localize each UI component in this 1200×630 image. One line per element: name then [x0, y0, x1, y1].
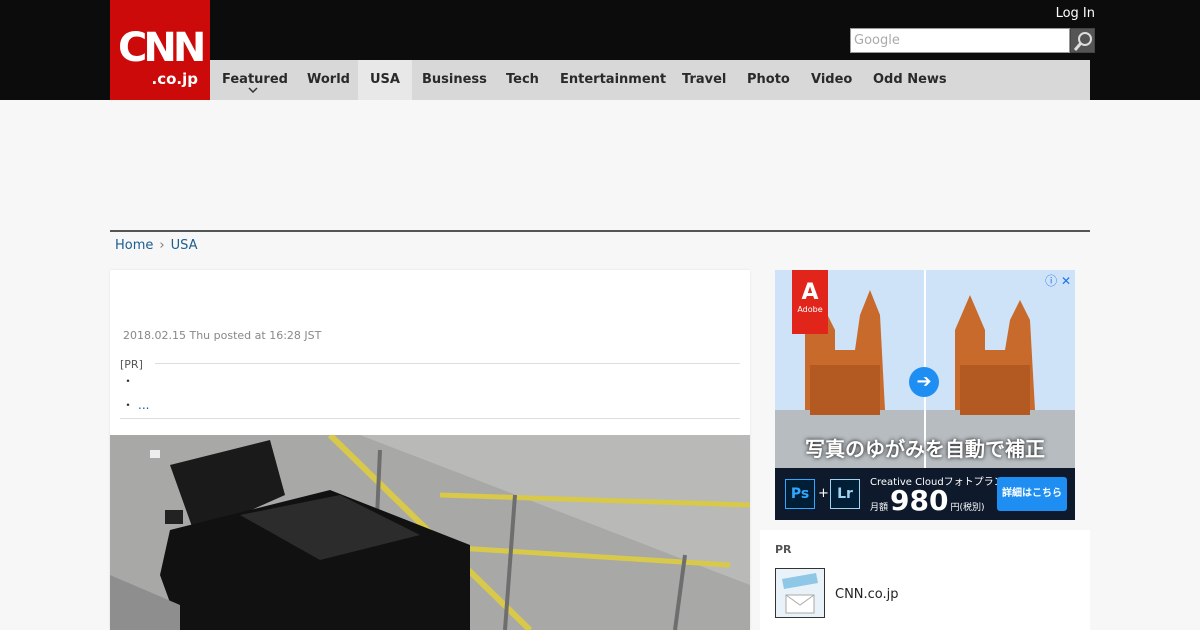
- pr-box-label: PR: [775, 543, 792, 556]
- article-card: 2018.02.15 Thu posted at 16:28 JST [PR] …: [110, 270, 750, 630]
- ad-cta-button[interactable]: 詳細はこちら: [997, 477, 1067, 511]
- ad-price: 月額980 円(税別): [870, 484, 985, 517]
- nav-photo[interactable]: Photo: [735, 60, 802, 100]
- search-icon: [1073, 32, 1092, 51]
- adobe-logo: A Adobe: [792, 270, 828, 334]
- post-date: 2018.02.15 Thu posted at 16:28 JST: [123, 329, 322, 342]
- nav-featured[interactable]: Featured: [210, 60, 300, 100]
- breadcrumb: Home › USA: [115, 238, 198, 253]
- nav-business[interactable]: Business: [410, 60, 499, 100]
- article-photo: [110, 435, 750, 630]
- logo-sub: .co.jp: [151, 70, 198, 88]
- nav-entertainment[interactable]: Entertainment: [548, 60, 678, 100]
- search-button[interactable]: [1070, 28, 1095, 53]
- arrow-right-icon[interactable]: ➔: [909, 367, 939, 397]
- nav-featured-label: Featured: [222, 72, 288, 87]
- divider: [120, 418, 740, 419]
- logo-mark: CNN: [118, 25, 206, 71]
- login-link[interactable]: Log In: [1056, 6, 1095, 21]
- nav-usa[interactable]: USA: [358, 60, 412, 100]
- pr-item[interactable]: ・: [122, 372, 134, 389]
- adobe-brand: Adobe: [797, 305, 823, 314]
- ad-close-icon[interactable]: ⓘ ✕: [1045, 272, 1071, 289]
- chevron-down-icon: [248, 87, 258, 93]
- nav-video[interactable]: Video: [799, 60, 864, 100]
- cnn-logo[interactable]: CNN .co.jp: [110, 0, 210, 100]
- divider: [155, 363, 740, 364]
- price-prefix: 月額: [870, 503, 889, 513]
- chevron-right-icon: ›: [159, 238, 165, 253]
- pr-more-link[interactable]: ...: [138, 398, 149, 412]
- search-input[interactable]: Google: [850, 28, 1070, 53]
- divider: [110, 230, 1090, 232]
- breadcrumb-section[interactable]: USA: [171, 238, 198, 253]
- pr-label: [PR]: [120, 358, 143, 371]
- lightroom-icon: Lr: [830, 479, 860, 509]
- price-suffix: 円(税別): [950, 503, 985, 513]
- breadcrumb-home[interactable]: Home: [115, 238, 153, 253]
- envelope-icon[interactable]: [775, 568, 825, 618]
- nav-odd-news[interactable]: Odd News: [861, 60, 959, 100]
- main-nav: Featured World USA Business Tech Enterta…: [210, 60, 1090, 100]
- adobe-icon: A: [801, 280, 819, 305]
- pr-item[interactable]: ・...: [122, 396, 149, 413]
- ad-banner[interactable]: A Adobe ⓘ ✕ ➔ 写真のゆがみを自動で補正 Ps + Lr Creat…: [775, 270, 1075, 520]
- ad-headline: 写真のゆがみを自動で補正: [805, 437, 1045, 461]
- pr-item-title[interactable]: CNN.co.jp: [835, 587, 899, 602]
- top-bar: CNN .co.jp Log In Google Featured World …: [0, 0, 1200, 100]
- pr-bullet: ・: [122, 398, 135, 412]
- nav-travel[interactable]: Travel: [670, 60, 738, 100]
- ad-footer: Ps + Lr Creative Cloudフォトプラン 月額980 円(税別) …: [775, 468, 1075, 520]
- photoshop-icon: Ps: [785, 479, 815, 509]
- plus-sign: +: [818, 486, 829, 501]
- price-value: 980: [890, 484, 949, 517]
- nav-tech[interactable]: Tech: [494, 60, 551, 100]
- nav-world[interactable]: World: [295, 60, 362, 100]
- pr-box: PR CNN.co.jp: [760, 530, 1090, 630]
